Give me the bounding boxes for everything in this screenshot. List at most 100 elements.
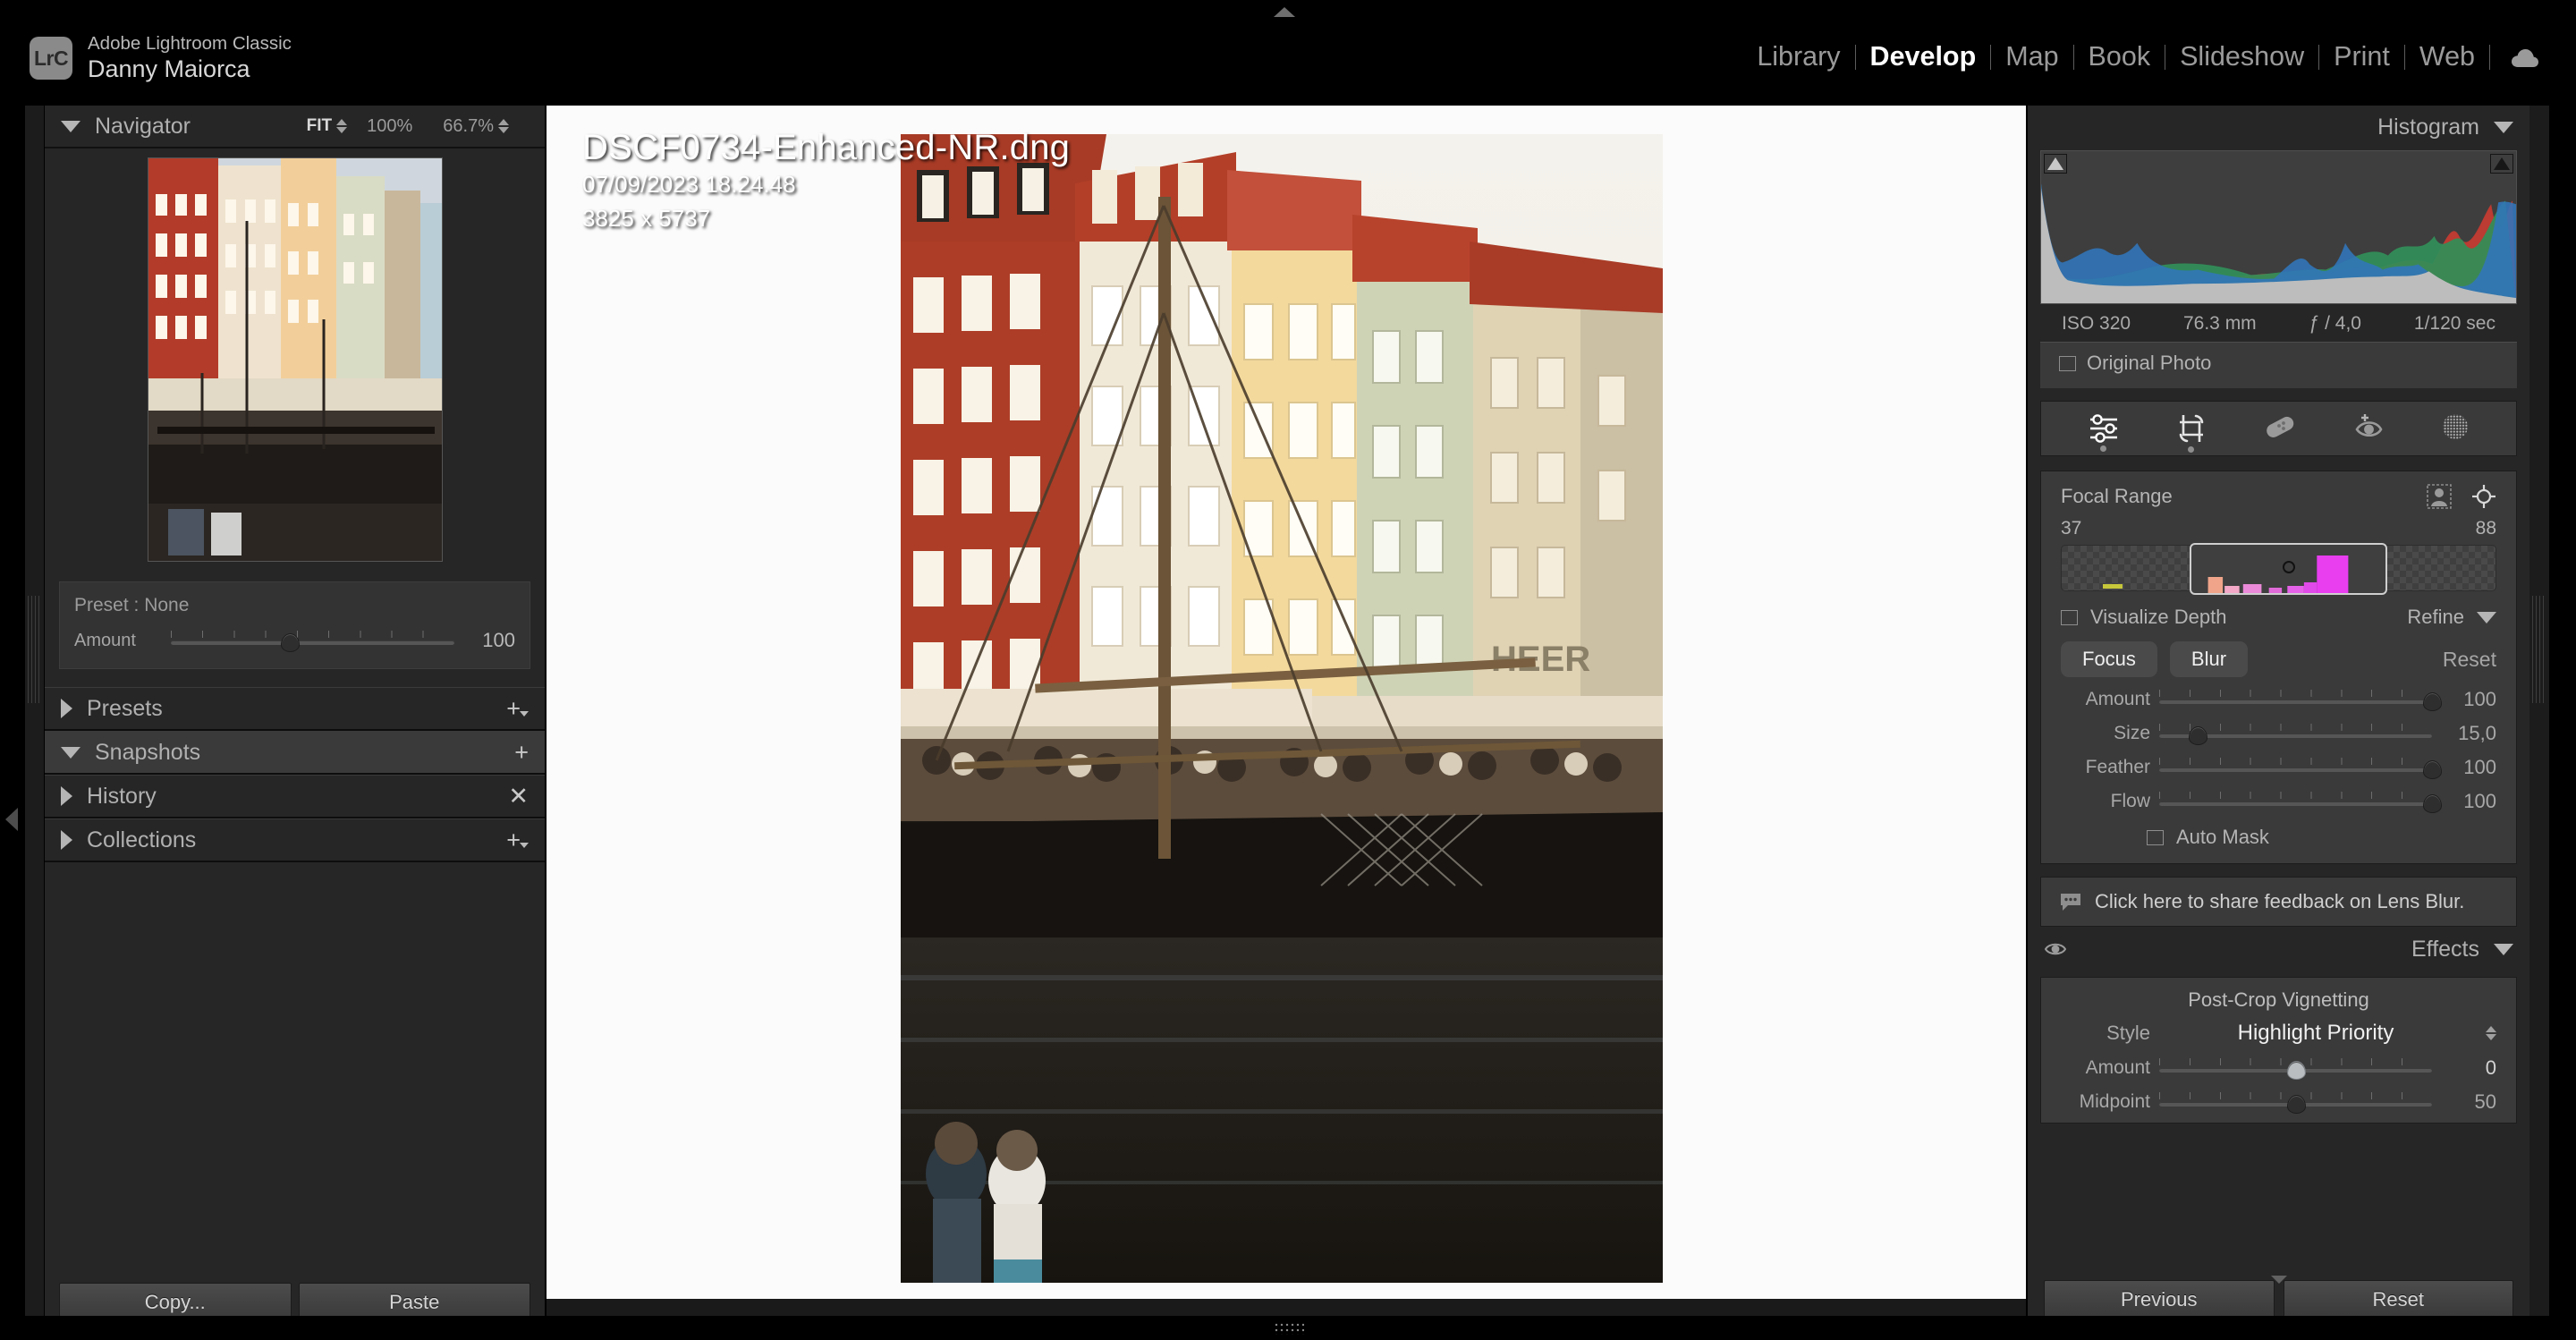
chevron-down-icon[interactable] (2494, 944, 2513, 955)
slider-value[interactable]: 100 (2441, 688, 2496, 711)
collapse-left-panel-icon[interactable] (5, 808, 18, 831)
crop-overlay-icon[interactable] (2176, 413, 2207, 444)
chevron-right-icon[interactable] (61, 699, 72, 718)
module-web[interactable]: Web (2405, 41, 2489, 72)
vignette-midpoint-slider[interactable] (2159, 1090, 2432, 1114)
left-edge-gutter (0, 106, 25, 1340)
navigator-title: Navigator (95, 114, 191, 140)
navigator-header[interactable]: Navigator FIT 100% 66.7% (45, 106, 545, 148)
slider-knob[interactable] (281, 633, 300, 652)
lens-blur-size-slider[interactable] (2159, 722, 2432, 745)
zoom-fit-option[interactable]: FIT (307, 116, 333, 136)
highlight-clipping-icon[interactable] (2490, 154, 2513, 174)
cloud-sync-icon[interactable] (2510, 46, 2540, 69)
module-map[interactable]: Map (1991, 41, 2072, 72)
module-book[interactable]: Book (2074, 41, 2165, 72)
chevron-down-icon[interactable] (2494, 122, 2513, 133)
collapse-top-panel-icon[interactable] (1274, 7, 1295, 17)
checkbox-icon[interactable] (2061, 610, 2078, 625)
focus-button[interactable]: Focus (2061, 641, 2157, 677)
blur-button[interactable]: Blur (2170, 641, 2248, 677)
sidebar-item-history[interactable]: History ✕ (45, 775, 545, 818)
right-panel-resize-grip[interactable] (2529, 106, 2549, 1340)
vignette-amount-slider[interactable] (2159, 1056, 2432, 1080)
healing-brush-icon[interactable] (2264, 415, 2296, 443)
focal-range-handle[interactable] (2283, 561, 2295, 573)
refine-label[interactable]: Refine (2407, 606, 2464, 629)
histogram-graph[interactable] (2040, 150, 2517, 304)
focal-range-selection[interactable] (2190, 543, 2387, 595)
scroll-down-indicator-icon[interactable] (2271, 1276, 2287, 1284)
navigator-preview-area[interactable] (54, 157, 536, 562)
basic-adjustments-icon[interactable] (2089, 414, 2119, 443)
zoom-current-option[interactable]: 66.7% (443, 116, 494, 137)
slider-knob[interactable] (2287, 1095, 2306, 1114)
module-print[interactable]: Print (2319, 41, 2404, 72)
navigator-thumbnail[interactable] (148, 157, 443, 562)
original-photo-toggle[interactable]: Original Photo (2040, 343, 2517, 388)
main-photo[interactable]: HEER (901, 134, 1663, 1283)
lens-blur-reset-button[interactable]: Reset (2443, 648, 2496, 672)
exif-summary: ISO 320 76.3 mm ƒ / 4,0 1/120 sec (2040, 304, 2517, 343)
red-eye-correction-icon[interactable] (2353, 413, 2384, 445)
presets-add-icon[interactable]: + (506, 697, 529, 721)
auto-mask-label: Auto Mask (2176, 826, 2269, 849)
zoom-level-stepper-icon[interactable] (498, 119, 509, 133)
sidebar-item-collections[interactable]: Collections + (45, 818, 545, 862)
sidebar-item-presets[interactable]: Presets + (45, 687, 545, 731)
tool-active-dot (2100, 445, 2106, 452)
lightroom-window: LrC Adobe Lightroom Classic Danny Maiorc… (0, 0, 2576, 1340)
zoom-fit-stepper-icon[interactable] (336, 119, 347, 133)
lens-blur-amount-slider[interactable] (2159, 688, 2432, 711)
image-viewer-area[interactable]: HEER (547, 106, 2026, 1316)
zoom-100-option[interactable]: 100% (367, 116, 412, 137)
slider-value[interactable]: 50 (2441, 1090, 2496, 1114)
panel-visibility-eye-icon[interactable] (2044, 939, 2067, 959)
slider-knob[interactable] (2423, 692, 2442, 711)
sidebar-item-snapshots[interactable]: Snapshots + (45, 731, 545, 775)
collections-add-icon[interactable]: + (506, 828, 529, 852)
slider-value[interactable]: 100 (2441, 790, 2496, 813)
person-subject-icon[interactable] (2427, 484, 2452, 509)
snapshots-add-icon[interactable]: + (514, 741, 529, 765)
slider-track (2159, 768, 2432, 772)
focal-range-slider[interactable] (2061, 545, 2496, 591)
brand-identity: LrC Adobe Lightroom Classic Danny Maiorc… (30, 34, 292, 82)
slider-value[interactable]: 0 (2441, 1056, 2496, 1080)
reset-button[interactable]: Reset (2284, 1280, 2514, 1319)
chevron-right-icon[interactable] (61, 830, 72, 850)
checkbox-icon[interactable] (2059, 356, 2076, 371)
slider-value[interactable]: 15,0 (2441, 722, 2496, 745)
filmstrip-grip-icon[interactable] (1274, 1322, 1304, 1335)
slider-knob[interactable] (2423, 760, 2442, 779)
target-picker-icon[interactable] (2471, 484, 2496, 509)
lens-blur-feather-slider[interactable] (2159, 756, 2432, 779)
module-library[interactable]: Library (1742, 41, 1854, 72)
histogram-header[interactable]: Histogram (2028, 106, 2529, 148)
slider-track (2159, 700, 2432, 704)
slider-value[interactable]: 100 (2441, 756, 2496, 779)
effects-header[interactable]: Effects (2028, 927, 2529, 971)
masking-icon[interactable] (2441, 412, 2470, 445)
chevron-down-icon[interactable] (61, 121, 80, 132)
slider-knob[interactable] (2189, 726, 2207, 745)
checkbox-icon[interactable] (2147, 830, 2164, 845)
preset-amount-value[interactable]: 100 (463, 629, 515, 652)
module-develop[interactable]: Develop (1856, 41, 1991, 72)
chevron-down-icon[interactable] (2477, 612, 2496, 623)
shadow-clipping-icon[interactable] (2044, 154, 2067, 174)
vignette-style-stepper-icon[interactable] (2486, 1026, 2496, 1040)
lens-blur-flow-slider[interactable] (2159, 790, 2432, 813)
slider-knob[interactable] (2423, 794, 2442, 813)
preset-amount-slider[interactable] (171, 629, 454, 652)
lens-blur-feedback-link[interactable]: Click here to share feedback on Lens Blu… (2040, 877, 2517, 927)
vignette-style-value[interactable]: Highlight Priority (2150, 1021, 2481, 1046)
slider-knob[interactable] (2287, 1061, 2306, 1080)
chevron-right-icon[interactable] (61, 786, 72, 806)
history-clear-icon[interactable]: ✕ (508, 784, 529, 809)
chevron-down-icon[interactable] (61, 747, 80, 759)
left-panel-resize-grip[interactable] (25, 106, 45, 1340)
module-slideshow[interactable]: Slideshow (2165, 41, 2318, 72)
feedback-link-text[interactable]: Click here to share feedback on Lens Blu… (2095, 890, 2464, 913)
previous-button[interactable]: Previous (2044, 1280, 2275, 1319)
